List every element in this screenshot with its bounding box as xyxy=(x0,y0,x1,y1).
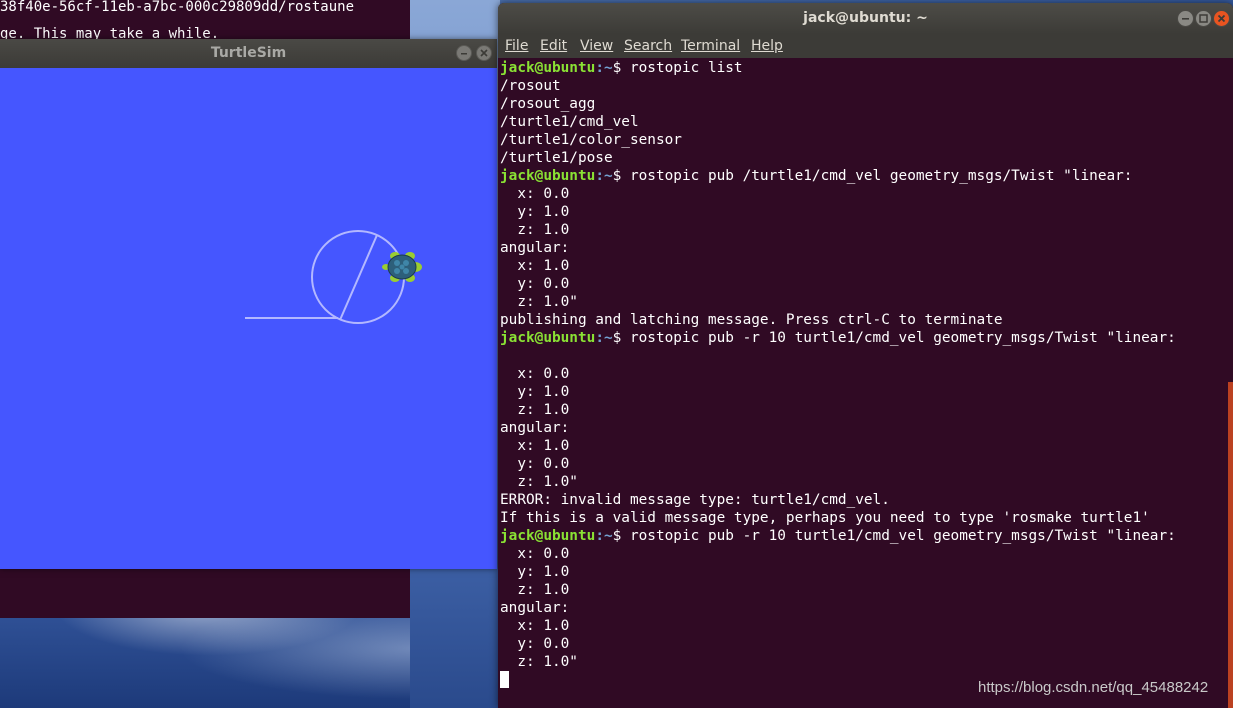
terminal-output-line: If this is a valid message type, perhaps… xyxy=(500,510,1150,526)
prompt-user: jack@ubuntu xyxy=(500,330,596,346)
terminal-output-line: /turtle1/color_sensor xyxy=(500,132,682,148)
terminal-output-line: x: 1.0 xyxy=(500,618,570,634)
prompt-command: $ rostopic pub /turtle1/cmd_vel geometry… xyxy=(612,168,1133,184)
terminal-output-line: z: 1.0" xyxy=(500,654,578,670)
close-icon xyxy=(480,49,488,57)
menu-file-label: File xyxy=(505,38,529,54)
terminal-output-line: angular: xyxy=(500,420,570,436)
terminal-menubar: File Edit View Search Terminal Help xyxy=(498,34,1233,58)
terminal-output-line: y: 0.0 xyxy=(500,636,570,652)
terminal-output-line: x: 0.0 xyxy=(500,186,570,202)
minimize-button[interactable] xyxy=(456,45,472,61)
turtle-trail-diagonal xyxy=(339,234,378,321)
background-terminal-line: 38f40e-56cf-11eb-a7bc-000c29809dd/rostau… xyxy=(0,0,355,15)
minimize-icon xyxy=(1182,18,1189,20)
terminal-output-line: z: 1.0" xyxy=(500,474,578,490)
menu-terminal-label: Terminal xyxy=(681,38,741,54)
prompt-command: $ rostopic pub -r 10 turtle1/cmd_vel geo… xyxy=(612,528,1176,544)
close-button[interactable] xyxy=(476,45,492,61)
prompt-user: jack@ubuntu xyxy=(500,168,596,184)
watermark-url: https://blog.csdn.net/qq_45488242 xyxy=(978,679,1209,696)
terminal-output-line: y: 0.0 xyxy=(500,276,570,292)
prompt-user: jack@ubuntu xyxy=(500,60,596,76)
terminal-output-line: /turtle1/pose xyxy=(500,150,613,166)
prompt-user: jack@ubuntu xyxy=(500,528,596,544)
terminal-output-line: /rosout_agg xyxy=(500,96,596,112)
prompt-path: :~ xyxy=(595,330,613,346)
terminal-output[interactable]: jack@ubuntu:~$ rostopic list/rosout/roso… xyxy=(500,59,1228,708)
terminal-output-line: y: 1.0 xyxy=(500,384,570,400)
turtlesim-window[interactable]: TurtleSim xyxy=(0,39,497,569)
maximize-icon xyxy=(1199,14,1208,23)
prompt-path: :~ xyxy=(595,60,613,76)
menu-terminal[interactable]: Terminal xyxy=(681,37,740,55)
terminal-prompt-line: jack@ubuntu:~$ rostopic list xyxy=(500,59,1228,77)
turtlesim-titlebar[interactable]: TurtleSim xyxy=(0,39,497,68)
terminal-output-line: y: 1.0 xyxy=(500,204,570,220)
turtle-trail-drawing xyxy=(245,230,422,324)
prompt-command: $ rostopic list xyxy=(612,60,743,76)
terminal-output-line: publishing and latching message. Press c… xyxy=(500,312,1003,328)
prompt-path: :~ xyxy=(595,528,613,544)
terminal-output-line: /turtle1/cmd_vel xyxy=(500,114,639,130)
close-icon xyxy=(1217,14,1226,23)
terminal-output-line: y: 0.0 xyxy=(500,456,570,472)
terminal-output-line: z: 1.0 xyxy=(500,582,570,598)
turtle-icon xyxy=(382,252,422,282)
menu-view-label: View xyxy=(580,38,614,54)
terminal-output-line: /rosout xyxy=(500,78,561,94)
terminal-prompt-line: jack@ubuntu:~$ rostopic pub /turtle1/cmd… xyxy=(500,167,1228,185)
terminal-prompt-line: jack@ubuntu:~$ rostopic pub -r 10 turtle… xyxy=(500,329,1228,347)
terminal-output-line: ERROR: invalid message type: turtle1/cmd… xyxy=(500,492,890,508)
turtlesim-title: TurtleSim xyxy=(210,45,287,61)
menu-search[interactable]: Search xyxy=(624,37,672,55)
menu-help[interactable]: Help xyxy=(751,37,783,55)
terminal-output-line: x: 1.0 xyxy=(500,438,570,454)
maximize-button[interactable] xyxy=(1195,10,1212,27)
terminal-output-line: angular: xyxy=(500,240,570,256)
text-cursor xyxy=(500,671,509,688)
terminal-scrollbar[interactable] xyxy=(1228,382,1233,708)
terminal-output-line: x: 0.0 xyxy=(500,546,570,562)
terminal-window[interactable]: jack@ubuntu: ~ File Edit View Search Ter… xyxy=(498,3,1233,708)
terminal-output-line: z: 1.0 xyxy=(500,222,570,238)
menu-edit-label: Edit xyxy=(540,38,568,54)
prompt-path: :~ xyxy=(595,168,613,184)
terminal-output-line: x: 0.0 xyxy=(500,366,570,382)
minimize-icon xyxy=(461,53,467,55)
turtlesim-canvas xyxy=(0,68,497,569)
menu-help-label: Help xyxy=(751,38,783,54)
menu-edit[interactable]: Edit xyxy=(540,37,567,55)
close-button[interactable] xyxy=(1213,10,1230,27)
prompt-command: $ rostopic pub -r 10 turtle1/cmd_vel geo… xyxy=(612,330,1176,346)
menu-view[interactable]: View xyxy=(580,37,613,55)
terminal-title: jack@ubuntu: ~ xyxy=(803,10,928,26)
terminal-output-line: x: 1.0 xyxy=(500,258,570,274)
terminal-titlebar[interactable]: jack@ubuntu: ~ xyxy=(498,3,1233,34)
terminal-output-line: z: 1.0 xyxy=(500,402,570,418)
terminal-output-line: z: 1.0" xyxy=(500,294,578,310)
menu-search-label: Search xyxy=(624,38,673,54)
terminal-output-line: y: 1.0 xyxy=(500,564,570,580)
terminal-prompt-line: jack@ubuntu:~$ rostopic pub -r 10 turtle… xyxy=(500,527,1228,545)
terminal-output-line: angular: xyxy=(500,600,570,616)
menu-file[interactable]: File xyxy=(505,37,528,55)
minimize-button[interactable] xyxy=(1177,10,1194,27)
